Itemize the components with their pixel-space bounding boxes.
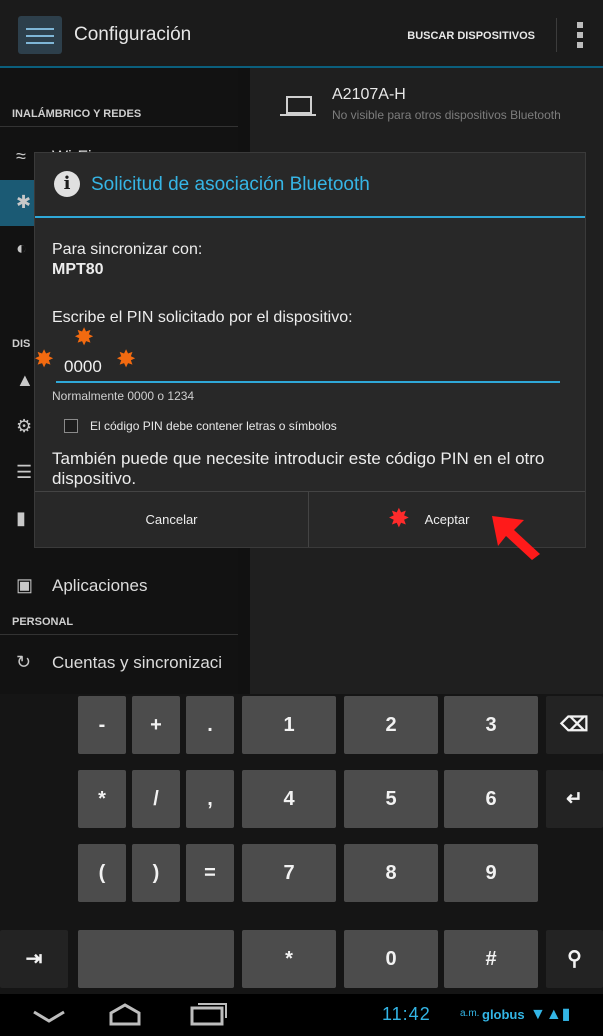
device-name: A2107A-H <box>332 86 406 103</box>
key-9[interactable]: 9 <box>444 844 538 902</box>
recent-apps-icon[interactable] <box>190 1002 228 1026</box>
annotation-spark-icon: ✸ <box>74 324 95 351</box>
key-equals[interactable]: = <box>186 844 234 902</box>
settings-app-icon[interactable] <box>18 16 62 54</box>
key-4[interactable]: 4 <box>242 770 336 828</box>
section-header-personal: PERSONAL <box>12 616 74 628</box>
pin-letters-checkbox[interactable] <box>64 419 78 433</box>
dialog-title-divider <box>35 216 585 218</box>
pin-prompt: Escribe el PIN solicitado por el disposi… <box>52 309 353 326</box>
settings-item-label: Cuentas y sincronizaci <box>52 653 223 672</box>
tab-key[interactable]: ⇥ <box>0 930 68 988</box>
settings-item-accounts[interactable]: ↻ Cuentas y sincronizaci <box>0 640 238 686</box>
key-3[interactable]: 3 <box>444 696 538 754</box>
sync-device-name: MPT80 <box>52 261 104 278</box>
key-open-paren[interactable]: ( <box>78 844 126 902</box>
action-separator <box>556 18 557 52</box>
key-5[interactable]: 5 <box>344 770 438 828</box>
microphone-icon: ⚲ <box>567 948 582 970</box>
key-star[interactable]: * <box>242 930 336 988</box>
laptop-icon <box>286 96 312 114</box>
key-comma[interactable]: , <box>186 770 234 828</box>
search-devices-button[interactable]: BUSCAR DISPOSITIVOS <box>407 30 535 42</box>
cancel-button[interactable]: Cancelar <box>35 492 308 547</box>
clock-time: 11:42 <box>382 1004 431 1024</box>
carrier-name: globus <box>482 1007 525 1022</box>
key-0[interactable]: 0 <box>344 930 438 988</box>
section-divider <box>0 126 238 127</box>
bluetooth-device-row[interactable]: A2107A-H No visible para otros dispositi… <box>280 82 590 142</box>
space-key[interactable] <box>78 930 234 988</box>
key-close-paren[interactable]: ) <box>132 844 180 902</box>
annotation-spark-icon: ✸ <box>116 346 137 373</box>
voice-input-key[interactable]: ⚲ <box>546 930 603 988</box>
section-header-wireless: INALÁMBRICO Y REDES <box>12 108 142 120</box>
annotation-spark-icon: ✸ <box>388 503 410 533</box>
android-screen: Configuración BUSCAR DISPOSITIVOS INALÁM… <box>0 0 603 1036</box>
vertical-dots-icon[interactable] <box>577 22 583 48</box>
pin-note: También puede que necesite introducir es… <box>52 449 545 488</box>
annotation-spark-icon: ✸ <box>34 346 55 373</box>
settings-item-apps[interactable]: ▣ Aplicaciones <box>0 563 238 609</box>
hide-keyboard-icon[interactable] <box>32 1010 66 1024</box>
section-header-device: DIS <box>12 338 31 350</box>
laptop-icon-base <box>280 114 316 116</box>
key-slash[interactable]: / <box>132 770 180 828</box>
key-minus[interactable]: - <box>78 696 126 754</box>
signal-bluetooth-icon: ▼▲▮ <box>530 1006 571 1023</box>
pin-letters-label: El código PIN debe contener letras o sím… <box>90 419 337 433</box>
enter-icon: ↵ <box>566 788 583 810</box>
key-2[interactable]: 2 <box>344 696 438 754</box>
pin-hint: Normalmente 0000 o 1234 <box>52 389 195 403</box>
system-bar: 11:42 a.m. globus ▼▲▮ <box>0 994 603 1036</box>
key-plus[interactable]: + <box>132 696 180 754</box>
sync-icon: ↻ <box>16 652 32 672</box>
pin-value: 0000 <box>64 357 102 376</box>
key-1[interactable]: 1 <box>242 696 336 754</box>
info-icon: i <box>54 171 80 197</box>
device-visibility: No visible para otros dispositivos Bluet… <box>332 108 561 122</box>
backspace-key[interactable]: ⌫ <box>546 696 603 754</box>
tab-icon: ⇥ <box>25 948 43 970</box>
enter-key[interactable]: ↵ <box>546 770 603 828</box>
key-period[interactable]: . <box>186 696 234 754</box>
sync-label: Para sincronizar con: <box>52 241 203 258</box>
action-bar: Configuración BUSCAR DISPOSITIVOS <box>0 0 603 68</box>
key-8[interactable]: 8 <box>344 844 438 902</box>
key-asterisk[interactable]: * <box>78 770 126 828</box>
key-7[interactable]: 7 <box>242 844 336 902</box>
home-icon[interactable] <box>108 1002 142 1026</box>
dialog-title: Solicitud de asociación Bluetooth <box>91 174 370 195</box>
section-divider <box>0 634 238 635</box>
clock-ampm: a.m. <box>460 1008 480 1019</box>
settings-item-label: Aplicaciones <box>52 576 148 595</box>
backspace-icon: ⌫ <box>560 714 589 736</box>
dialog-header: i Solicitud de asociación Bluetooth <box>35 153 585 217</box>
numeric-keyboard: - + . 1 2 3 ⌫ * / , 4 5 6 ↵ ( ) = 7 8 9 … <box>0 694 603 994</box>
apps-icon: ▣ <box>16 575 34 595</box>
key-6[interactable]: 6 <box>444 770 538 828</box>
annotation-arrow-icon <box>492 516 540 560</box>
page-title: Configuración <box>74 24 192 45</box>
key-hash[interactable]: # <box>444 930 538 988</box>
